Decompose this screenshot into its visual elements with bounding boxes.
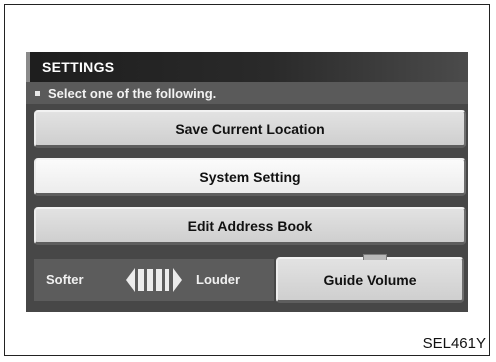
volume-level-bar	[165, 269, 169, 291]
bullet-icon	[35, 91, 40, 96]
system-setting-button[interactable]: System Setting	[34, 158, 466, 196]
system-setting-label: System Setting	[199, 168, 301, 185]
instruction-row: Select one of the following.	[26, 82, 468, 104]
louder-arrow-icon[interactable]	[173, 268, 182, 292]
volume-slider[interactable]	[126, 265, 182, 295]
title-bar: SETTINGS	[26, 52, 468, 82]
screen-title: SETTINGS	[42, 59, 115, 75]
volume-level-bar	[138, 269, 144, 291]
softer-arrow-icon[interactable]	[126, 268, 135, 292]
softer-label: Softer	[46, 272, 84, 287]
save-current-location-button[interactable]: Save Current Location	[34, 110, 466, 148]
volume-level-bar	[156, 269, 162, 291]
volume-control-bar: Softer Louder	[34, 259, 274, 301]
figure-code: SEL461Y	[422, 335, 486, 352]
edit-address-book-button[interactable]: Edit Address Book	[34, 207, 466, 245]
guide-volume-label: Guide Volume	[323, 271, 417, 288]
volume-level-bar	[147, 269, 153, 291]
guide-volume-button[interactable]: Guide Volume	[276, 254, 464, 303]
louder-label: Louder	[196, 272, 241, 287]
save-current-location-label: Save Current Location	[175, 120, 325, 137]
guide-volume-indicator	[363, 254, 387, 260]
edit-address-book-label: Edit Address Book	[187, 217, 313, 234]
instruction-text: Select one of the following.	[48, 86, 217, 101]
settings-screen: SETTINGS Select one of the following. Sa…	[26, 52, 468, 312]
